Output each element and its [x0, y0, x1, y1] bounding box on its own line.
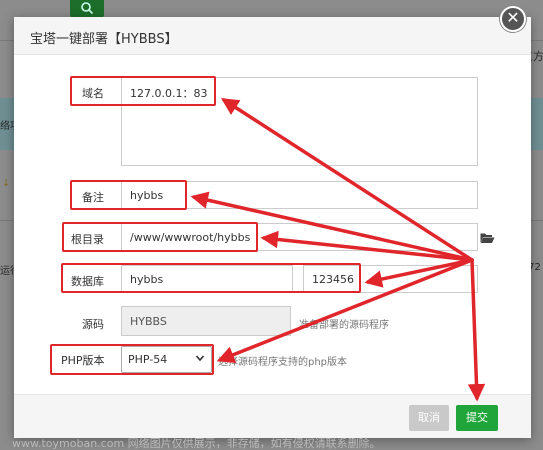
- watermark-text: www.toymoban.com 网络图片仅供展示，非存储，如有侵权请联系删除。: [12, 437, 381, 450]
- annotation-arrows: [190, 98, 486, 402]
